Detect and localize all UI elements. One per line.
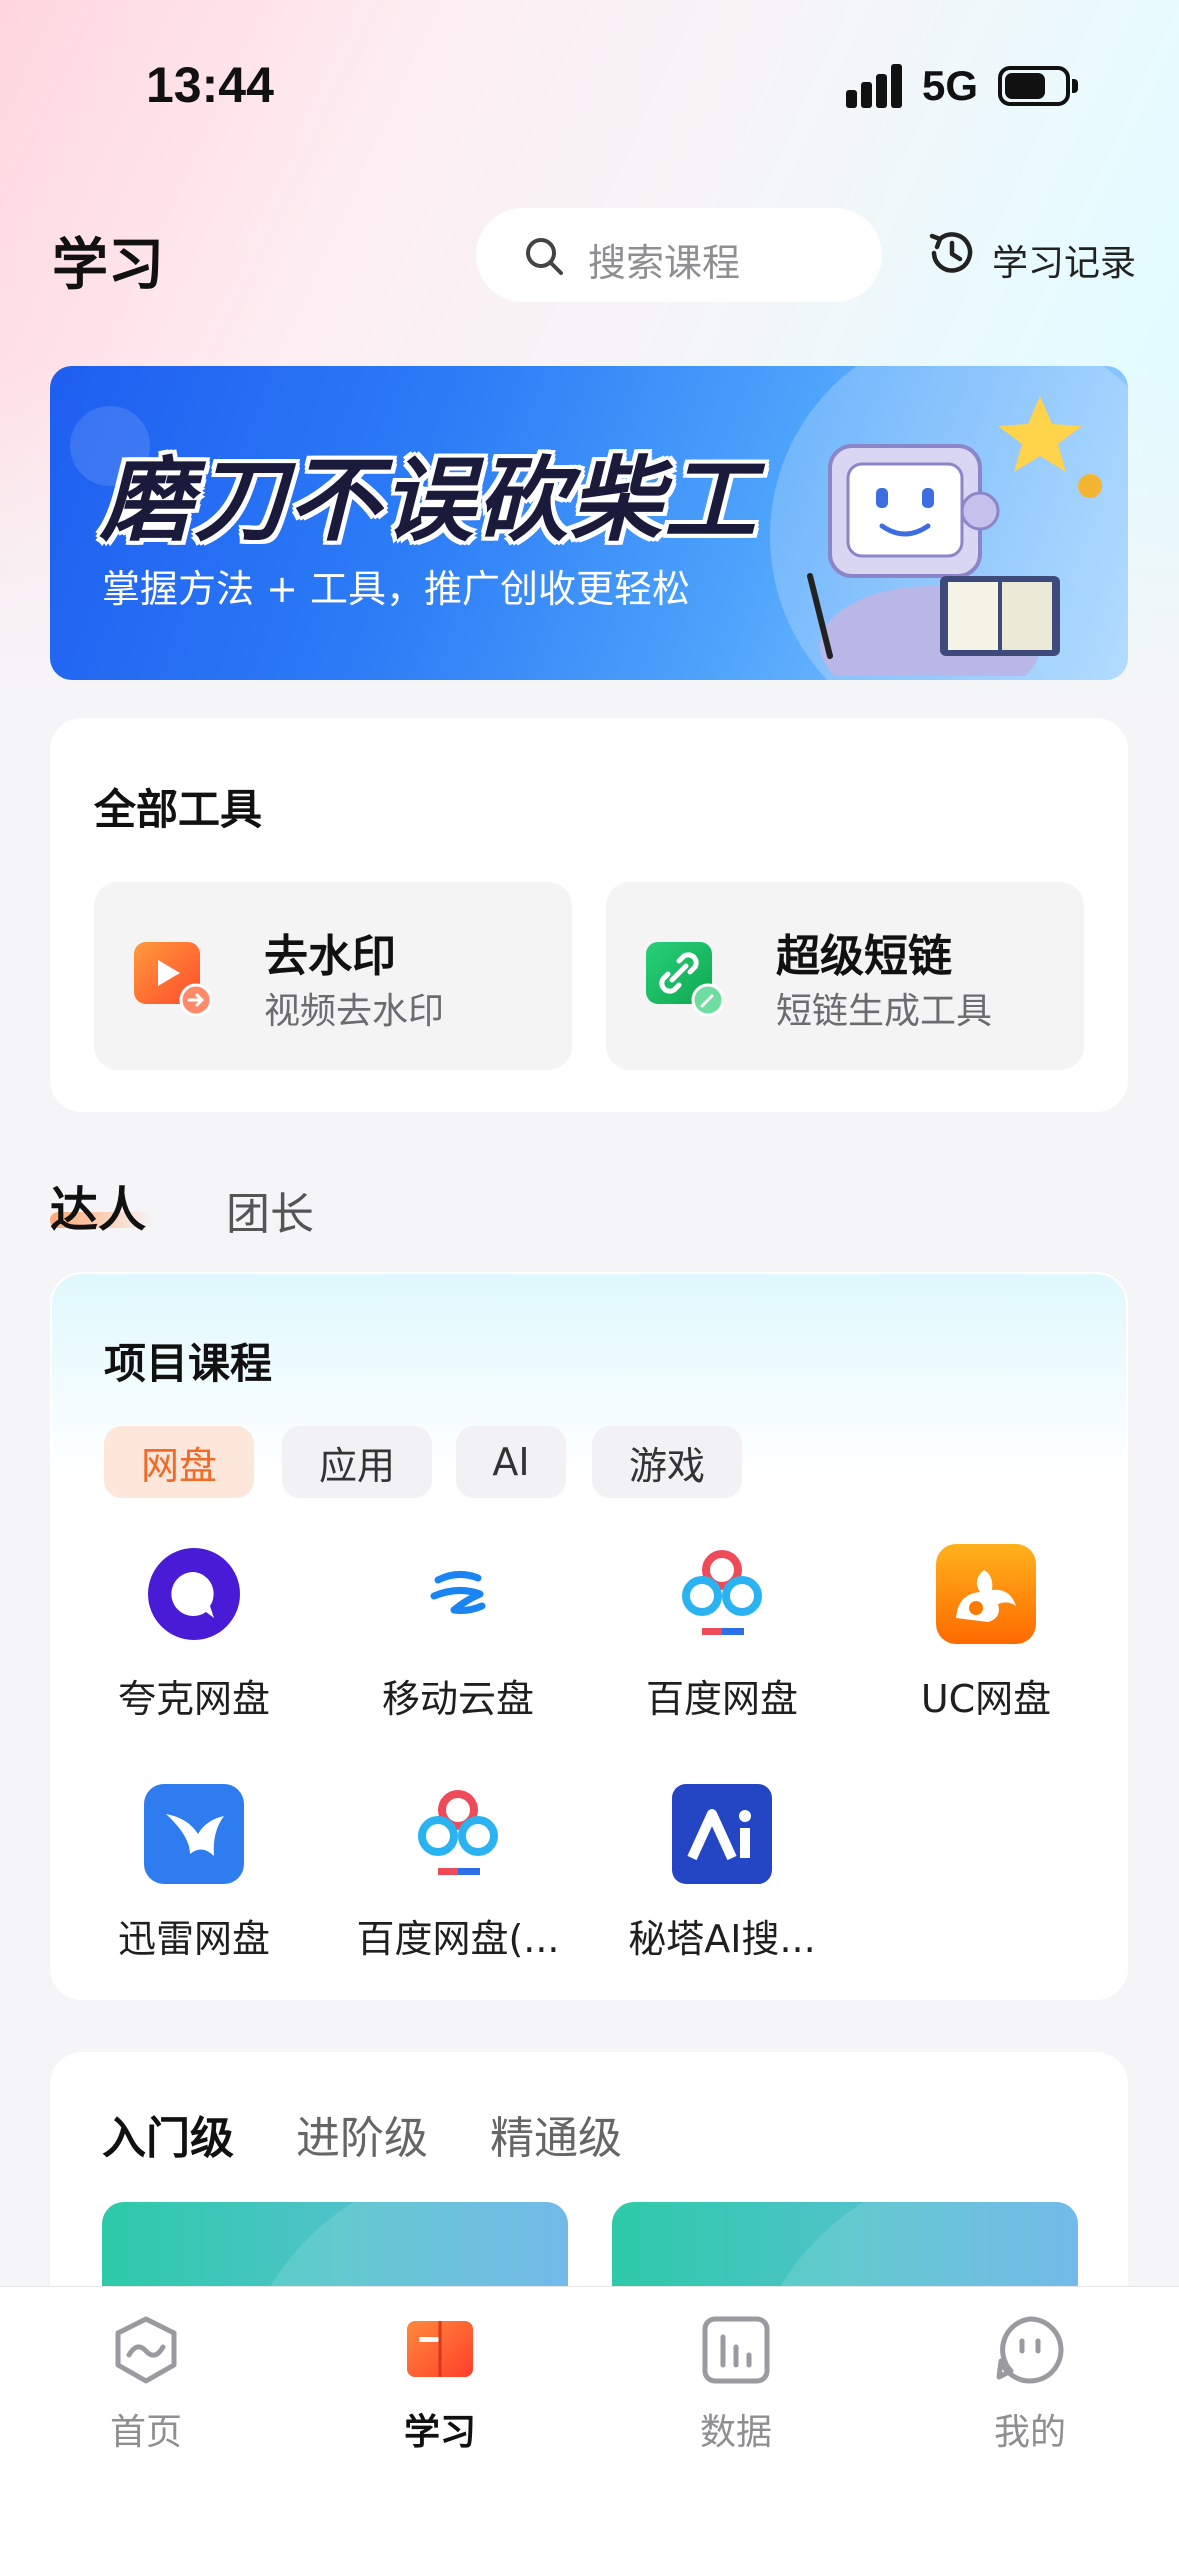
tab-label: 数据: [699, 2412, 772, 2453]
tab-level-advanced[interactable]: 进阶级: [296, 2102, 428, 2166]
chart-icon: [702, 2316, 770, 2384]
network-label: 5G: [922, 62, 979, 109]
project-courses-card: 项目课程 网盘 应用 AI 游戏 夸克网盘 移动云盘 百度网盘 UC网盘 迅雷网…: [50, 1272, 1128, 2000]
tab-label: 学习: [403, 2412, 476, 2453]
tool-name: 去水印: [264, 931, 396, 982]
bottom-tab-bar: 首页 学习 数据 我的: [0, 2286, 1179, 2556]
signal-icon: [846, 64, 904, 108]
app-name: 百度网盘: [645, 1677, 798, 1721]
banner-subtitle: 掌握方法 + 工具，推广创收更轻松: [102, 567, 690, 611]
home-icon: [115, 2316, 177, 2384]
chip-ai[interactable]: AI: [456, 1426, 566, 1498]
app-name: UC网盘: [920, 1677, 1052, 1721]
baidu-netdisk-icon: [418, 1790, 498, 1875]
chip-netdisk[interactable]: 网盘: [104, 1426, 254, 1498]
tab-tuanzhang[interactable]: 团长: [226, 1178, 314, 1242]
tool-desc: 视频去水印: [264, 991, 445, 1032]
book-icon: [407, 2321, 473, 2377]
app-name: 夸克网盘: [117, 1677, 270, 1721]
uc-icon: [936, 1544, 1036, 1644]
app-name: 移动云盘: [381, 1677, 534, 1721]
tools-card: 全部工具 去水印 视频去水印 超级短链 短链生成工具: [50, 718, 1128, 1112]
banner-title: 磨刀不误砍柴工: [100, 447, 759, 554]
search-placeholder: 搜索课程: [588, 241, 741, 285]
battery-icon: [998, 66, 1078, 106]
page-title: 学习: [52, 233, 164, 298]
short-link-icon: [646, 942, 724, 1016]
chip-apps[interactable]: 应用: [282, 1426, 432, 1498]
metaso-ai-icon: [672, 1784, 772, 1884]
tools-title: 全部工具: [94, 785, 263, 834]
tool-name: 超级短链: [776, 931, 952, 982]
chip-games[interactable]: 游戏: [592, 1426, 742, 1498]
history-icon: [929, 232, 973, 273]
app-name: 迅雷网盘: [117, 1917, 270, 1961]
video-watermark-icon: [134, 942, 212, 1016]
promo-banner[interactable]: 磨刀不误砍柴工 掌握方法 + 工具，推广创收更轻松: [50, 366, 1128, 680]
tab-level-expert[interactable]: 精通级: [490, 2102, 622, 2166]
baidu-netdisk-icon: [682, 1550, 762, 1635]
profile-icon: [996, 2316, 1064, 2384]
tool-short-link[interactable]: 超级短链 短链生成工具: [606, 882, 1084, 1070]
xunlei-icon: [144, 1784, 244, 1884]
search-input[interactable]: 搜索课程: [476, 208, 882, 302]
robot-mascot-icon: [807, 396, 1102, 676]
app-name: 秘塔AI搜...: [628, 1917, 816, 1961]
mobile-cloud-icon: [430, 1571, 486, 1614]
tab-label: 我的: [993, 2412, 1066, 2453]
tool-remove-watermark[interactable]: 去水印 视频去水印: [94, 882, 572, 1070]
status-time: 13:44: [146, 57, 274, 113]
search-icon: [526, 238, 563, 275]
quark-icon: [148, 1548, 240, 1640]
tool-desc: 短链生成工具: [776, 991, 993, 1032]
tab-daren[interactable]: 达人: [50, 1170, 146, 1240]
tab-label: 首页: [109, 2412, 182, 2453]
app-name: 百度网盘(...: [356, 1917, 560, 1961]
projects-title: 项目课程: [104, 1339, 273, 1388]
history-label: 学习记录: [992, 243, 1137, 284]
tab-level-beginner[interactable]: 入门级: [102, 2102, 234, 2166]
